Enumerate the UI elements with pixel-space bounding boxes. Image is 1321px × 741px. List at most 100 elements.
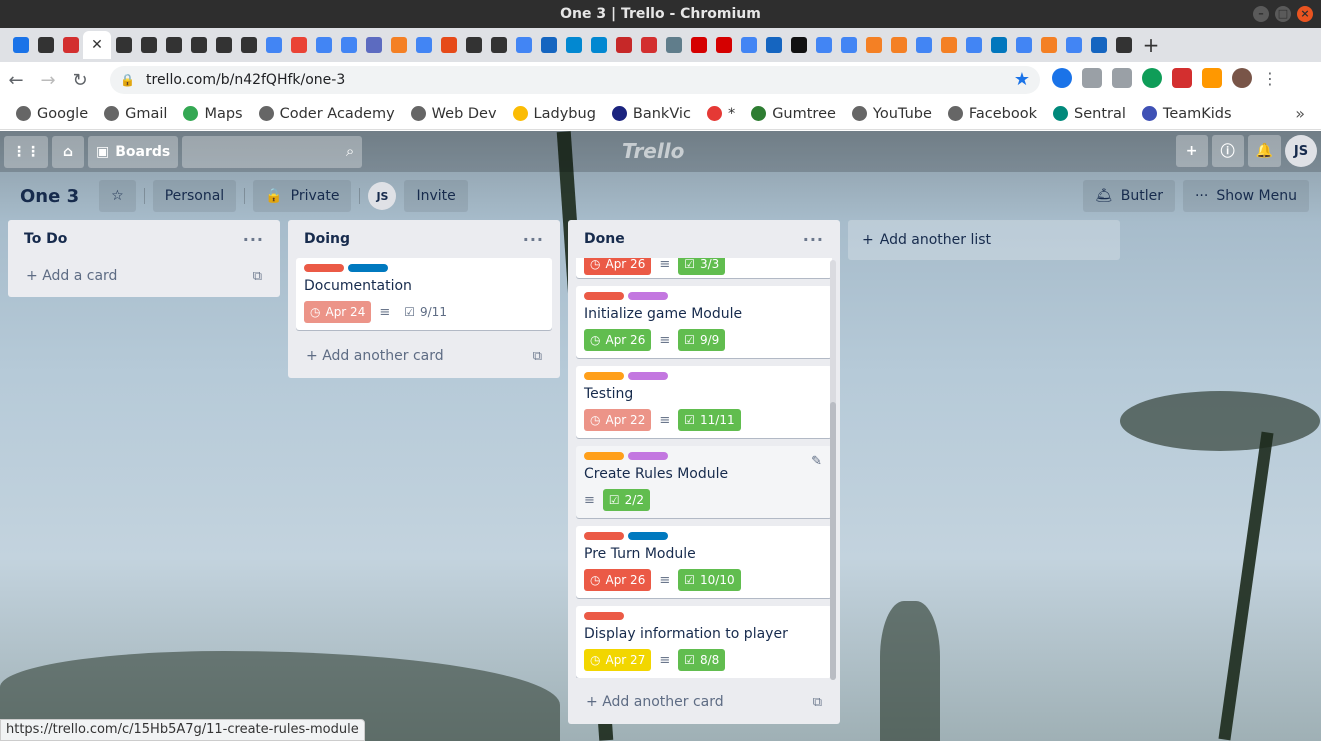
notifications-button[interactable]: 🔔 [1247,135,1281,167]
card-labels[interactable] [584,612,824,620]
list-menu-icon[interactable]: ··· [243,230,264,249]
maximize-icon[interactable]: □ [1275,6,1291,22]
star-board-button[interactable]: ☆ [99,180,136,212]
browser-tab[interactable] [236,31,261,59]
card-labels[interactable] [584,372,824,380]
card-labels[interactable] [304,264,544,272]
bookmark-item[interactable]: Web Dev [405,106,503,122]
browser-tab[interactable] [286,31,311,59]
browser-tab[interactable] [1111,31,1136,59]
minimize-icon[interactable]: – [1253,6,1269,22]
forward-icon[interactable]: → [32,70,64,91]
card-label[interactable] [628,452,668,460]
browser-tab[interactable] [211,31,236,59]
more-bookmarks-icon[interactable]: » [1295,104,1305,123]
card-label[interactable] [628,532,668,540]
browser-tab[interactable] [736,31,761,59]
due-date-badge[interactable]: ◷ Apr 26 [584,329,652,351]
card-label[interactable] [304,264,344,272]
close-window-icon[interactable]: × [1297,6,1313,22]
bookmark-item[interactable]: Maps [177,106,248,122]
list-header[interactable]: Doing ··· [288,220,560,258]
browser-tab[interactable] [386,31,411,59]
list-header[interactable]: To Do ··· [8,220,280,258]
browser-tab[interactable] [58,31,83,59]
bookmark-star-icon[interactable]: ★ [1014,69,1030,90]
browser-tab[interactable] [261,31,286,59]
browser-tab[interactable] [536,31,561,59]
browser-tab[interactable] [811,31,836,59]
bookmark-item[interactable]: Sentral [1047,106,1132,122]
new-tab-button[interactable]: + [1136,33,1166,57]
card-template-icon[interactable]: ⧉ [813,695,822,710]
card-labels[interactable] [584,532,824,540]
browser-tab[interactable] [936,31,961,59]
browser-tab[interactable] [561,31,586,59]
profile-avatar[interactable] [1232,68,1252,88]
show-menu-button[interactable]: ··· Show Menu [1182,180,1309,212]
browser-tab[interactable] [161,31,186,59]
browser-tab[interactable] [1011,31,1036,59]
browser-tab[interactable] [486,31,511,59]
apps-button[interactable]: ⋮⋮ [4,135,48,168]
browser-tab[interactable] [661,31,686,59]
browser-tab[interactable] [8,31,33,59]
card-label[interactable] [348,264,388,272]
home-button[interactable]: ⌂ [52,135,84,168]
invite-button[interactable]: Invite [404,180,468,212]
card-label[interactable] [628,372,668,380]
list-menu-icon[interactable]: ··· [523,230,544,249]
browser-tab[interactable] [886,31,911,59]
browser-tab[interactable] [111,31,136,59]
browser-tab[interactable] [611,31,636,59]
bookmark-item[interactable]: * [701,106,741,122]
bookmark-item[interactable]: BankVic [606,106,697,122]
card-scroll-area[interactable]: ◷ Apr 26 ≡ ☑ 3/3 Initialize game Module ◷… [568,258,840,678]
browser-tab[interactable] [711,31,736,59]
browser-tab[interactable] [836,31,861,59]
browser-tab[interactable] [33,31,58,59]
add-card-button[interactable]: + Add another card ⧉ [288,338,560,374]
browser-tab[interactable] [511,31,536,59]
due-date-badge[interactable]: ◷ Apr 27 [584,649,652,671]
butler-button[interactable]: 🛎 Butler [1082,180,1175,212]
card-label[interactable] [584,292,624,300]
bookmark-item[interactable]: YouTube [846,106,938,122]
extension-icon[interactable] [1172,68,1192,88]
bookmark-item[interactable]: Coder Academy [253,106,401,122]
browser-tab[interactable] [311,31,336,59]
card[interactable]: Testing ◷ Apr 22 ≡ ☑ 11/11 [576,366,832,438]
user-avatar[interactable]: JS [1285,135,1317,167]
add-list-button[interactable]: + Add another list [848,220,1120,260]
card-template-icon[interactable]: ⧉ [533,349,542,364]
card[interactable]: Initialize game Module ◷ Apr 26 ≡ ☑ 9/9 [576,286,832,358]
browser-tab[interactable] [361,31,386,59]
card-label[interactable] [628,292,668,300]
browser-tab[interactable] [411,31,436,59]
list-scrollbar[interactable] [830,260,836,680]
close-tab-icon[interactable]: ✕ [91,37,103,53]
card[interactable]: Documentation ◷ Apr 24 ≡ ☑ 9/11 [296,258,552,330]
browser-tab[interactable] [1061,31,1086,59]
card-template-icon[interactable]: ⧉ [253,269,262,284]
browser-tab[interactable] [436,31,461,59]
browser-tab[interactable] [586,31,611,59]
card-partial[interactable]: ◷ Apr 26 ≡ ☑ 3/3 [576,258,832,278]
bookmark-item[interactable]: Facebook [942,106,1043,122]
card-labels[interactable] [584,292,824,300]
visibility-button[interactable]: 🔒 Private [253,180,352,212]
extension-icon[interactable] [1142,68,1162,88]
boards-button[interactable]: ▣ Boards [88,135,179,168]
extension-icon[interactable] [1202,68,1222,88]
card-label[interactable] [584,372,624,380]
search-input[interactable]: ⌕ [182,135,363,168]
bookmark-item[interactable]: Gmail [98,106,173,122]
card[interactable]: Pre Turn Module ◷ Apr 26 ≡ ☑ 10/10 [576,526,832,598]
scrollbar-thumb[interactable] [830,402,836,680]
browser-tab[interactable] [1036,31,1061,59]
trello-logo[interactable]: Trello [622,139,684,163]
browser-tab[interactable] [186,31,211,59]
browser-tab[interactable] [461,31,486,59]
card[interactable]: Create Rules Module ≡ ☑ 2/2 ✎ [576,446,832,518]
info-button[interactable]: ⓘ [1211,135,1244,167]
